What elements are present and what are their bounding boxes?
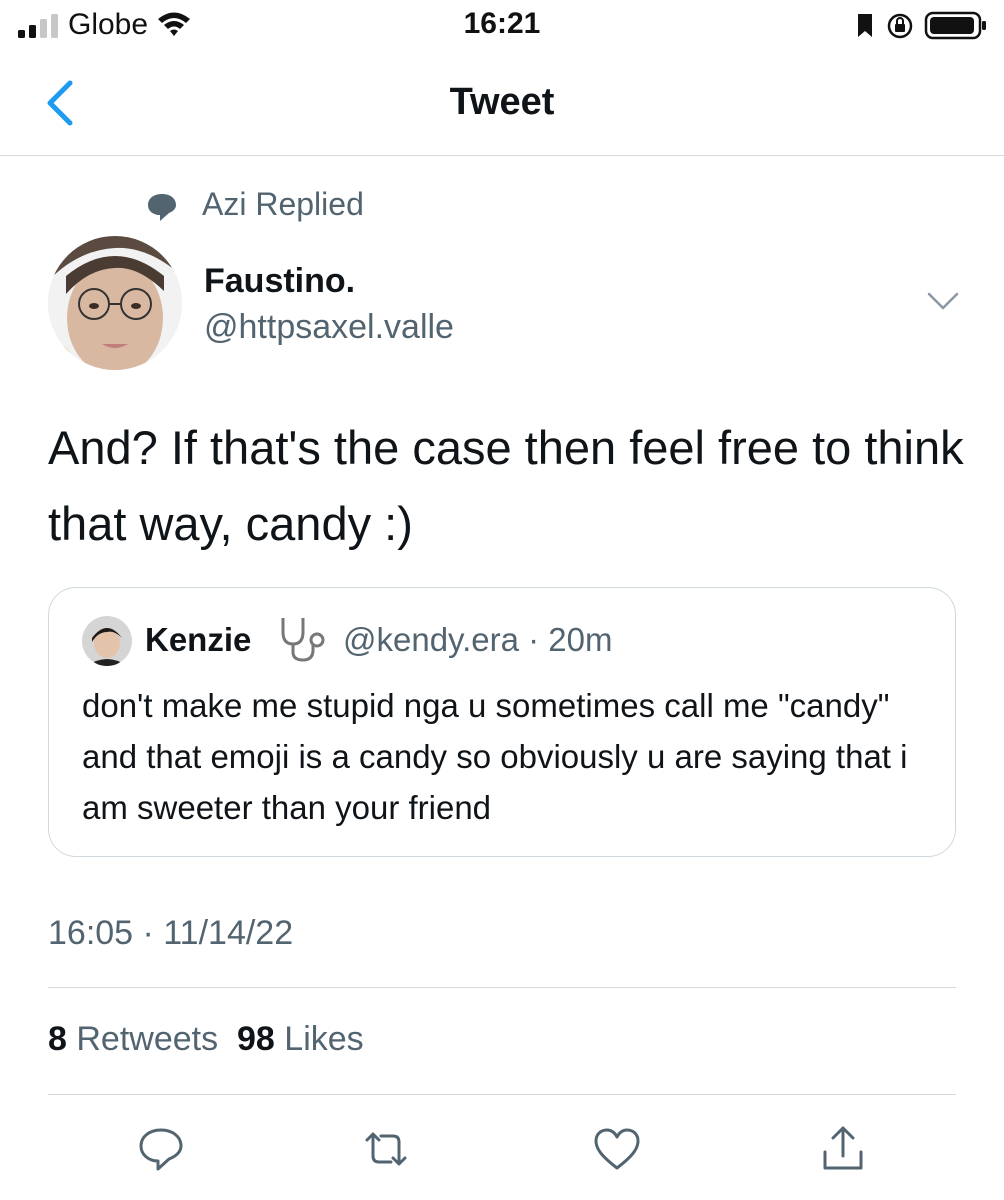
context-label: Azi Replied [202,186,364,222]
orientation-lock-icon [887,13,913,39]
action-bar [0,1116,1004,1176]
tweet-stats: 8 Retweets 98 Likes [48,1020,364,1059]
likes-count: 98 [237,1020,275,1058]
like-icon[interactable] [592,1124,642,1174]
battery-icon [924,11,986,40]
quoted-display-name: Kenzie [145,621,252,658]
divider [48,987,956,988]
bookmark-icon [858,14,872,37]
retweet-icon[interactable] [361,1124,411,1174]
retweets-stat[interactable]: 8 Retweets [48,1020,218,1059]
speech-bubble-icon [148,194,176,221]
status-bar: Globe 16:21 [0,0,1004,52]
quoted-tweet[interactable]: Kenzie @kendy.era · 20m don't make me st… [48,587,956,857]
tweet-timestamp: 16:05 · 11/14/22 [48,914,294,952]
status-icons [858,11,986,40]
tweet-text: And? If that's the case then feel free t… [48,421,964,550]
retweets-label: Retweets [76,1020,219,1058]
avatar[interactable] [48,236,182,370]
share-icon[interactable] [818,1124,868,1174]
likes-stat[interactable]: 98 Likes [237,1020,364,1059]
page-title: Tweet [449,81,555,123]
chevron-down-icon[interactable] [926,290,960,312]
reply-icon[interactable] [136,1124,186,1174]
retweets-count: 8 [48,1020,67,1058]
quoted-text: don't make me stupid nga u sometimes cal… [82,687,908,826]
quoted-avatar[interactable] [82,616,132,666]
author-display-name[interactable]: Faustino. [204,262,355,301]
quoted-handle-meta: @kendy.era · 20m [343,621,613,658]
likes-label: Likes [284,1020,364,1058]
nav-bar: Tweet [0,52,1004,156]
stethoscope-emoji-icon [281,618,325,662]
divider [48,1094,956,1095]
author-handle[interactable]: @httpsaxel.valle [204,308,454,347]
